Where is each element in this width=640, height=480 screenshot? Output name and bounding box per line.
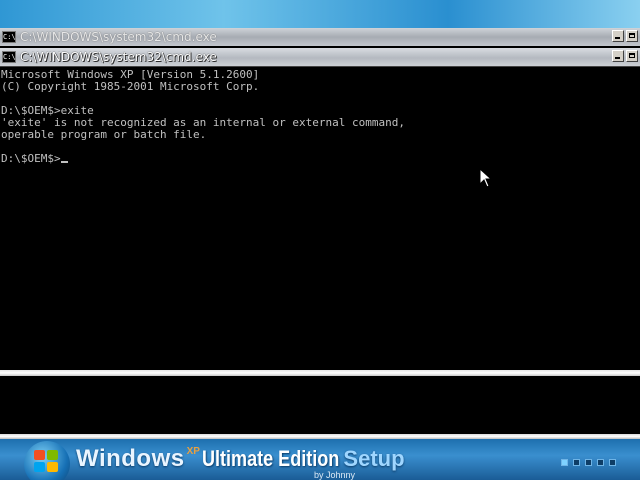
cmd-window-title: C:\WINDOWS\system32\cmd.exe — [20, 50, 217, 64]
progress-step — [609, 459, 616, 466]
progress-step — [573, 459, 580, 466]
mouse-pointer-icon — [479, 168, 493, 188]
background-cmd-window[interactable]: C:\ C:\WINDOWS\system32\cmd.exe — [0, 28, 640, 49]
background-window-titlebar[interactable]: C:\ C:\WINDOWS\system32\cmd.exe — [0, 28, 640, 46]
lower-console-area — [0, 376, 640, 434]
minimize-button[interactable] — [612, 50, 624, 62]
banner-xp: XP — [186, 446, 200, 457]
console-output[interactable]: Microsoft Windows XP [Version 5.1.2600] … — [0, 66, 640, 372]
banner-setup: Setup — [343, 446, 405, 471]
cmd-icon: C:\ — [2, 51, 16, 63]
maximize-button[interactable] — [626, 30, 638, 42]
banner-edition: Ultimate Edition — [201, 446, 340, 471]
background-window-title: C:\WINDOWS\system32\cmd.exe — [20, 30, 217, 44]
text-cursor — [60, 161, 68, 163]
cmd-icon: C:\ — [2, 31, 16, 43]
console-prompt-line[interactable]: D:\$OEM$> — [1, 153, 68, 165]
minimize-button[interactable] — [612, 30, 624, 42]
cmd-window[interactable]: C:\ C:\WINDOWS\system32\cmd.exe Microsof… — [0, 48, 640, 372]
cmd-window-controls — [612, 50, 638, 62]
progress-step — [585, 459, 592, 466]
console-prompt: D:\$OEM$> — [1, 152, 61, 165]
setup-progress-indicator — [561, 459, 616, 466]
background-window-controls — [612, 30, 638, 42]
progress-step — [597, 459, 604, 466]
progress-step — [561, 459, 568, 466]
desktop-background — [0, 0, 640, 28]
windows-flag-icon — [34, 450, 60, 474]
console-line: operable program or batch file. — [1, 128, 207, 141]
banner-byline: by Johnny — [314, 470, 356, 480]
banner-windows: Windows — [76, 445, 185, 472]
banner-title: Windows XP Ultimate Edition Setup — [76, 445, 405, 475]
console-line: (C) Copyright 1985-2001 Microsoft Corp. — [1, 80, 260, 93]
cmd-window-titlebar[interactable]: C:\ C:\WINDOWS\system32\cmd.exe — [0, 48, 640, 66]
maximize-button[interactable] — [626, 50, 638, 62]
